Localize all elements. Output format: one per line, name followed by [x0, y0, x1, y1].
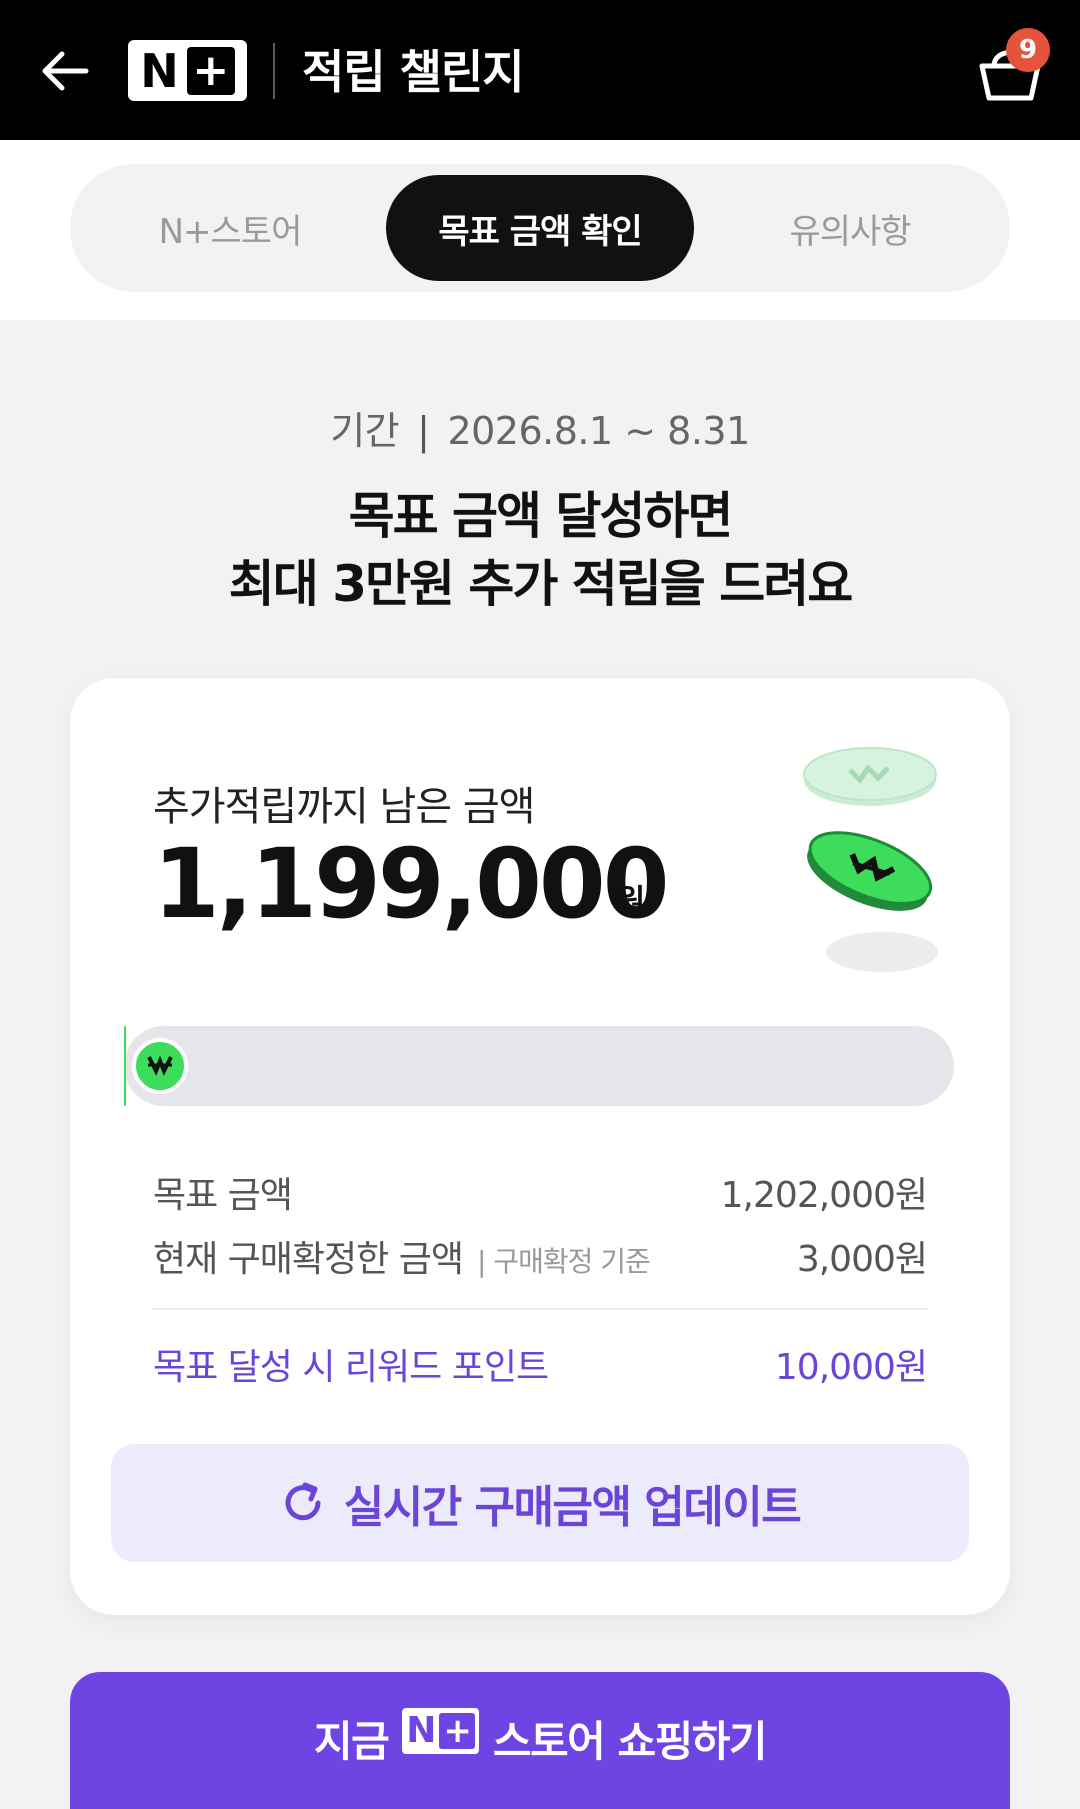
remaining-label: 추가적립까지 남은 금액 [153, 784, 535, 830]
headline-line-2: 최대 3만원 추가 적립을 드려요 [228, 555, 853, 613]
confirmed-amount-value: 3,000원 [796, 1239, 928, 1280]
headline-line-1: 목표 금액 달성하면 [348, 487, 734, 545]
cart-count-badge: 9 [1006, 28, 1050, 72]
realtime-update-button[interactable]: 실시간 구매금액 업데이트 [111, 1444, 969, 1562]
reward-points-row: 목표 달성 시 리워드 포인트 10,000원 [153, 1338, 928, 1390]
nplus-logo: N + [128, 40, 247, 101]
cta-nplus-logo: N + [402, 1708, 479, 1754]
confirmed-amount-note: | 구매확정 기준 [476, 1245, 651, 1278]
back-arrow-icon[interactable] [36, 40, 98, 102]
divider [153, 1308, 927, 1310]
goal-amount-value: 1,202,000원 [720, 1175, 928, 1216]
progress-bar [124, 1026, 954, 1106]
period-info: 기간 | 2026.8.1 ~ 8.31 [0, 400, 1080, 455]
reward-points-value: 10,000원 [774, 1347, 928, 1388]
page-title: 적립 챌린지 [302, 45, 525, 99]
confirmed-amount-label: 현재 구매확정한 금액 [153, 1239, 464, 1280]
goal-card: 추가적립까지 남은 금액 1,199,000 원 목표 금액 1,202,000… [70, 678, 1010, 1615]
cta-suffix: 스토어 쇼핑하기 [492, 1717, 768, 1766]
coins-icon [803, 747, 938, 972]
currency-unit: 원 [616, 882, 646, 920]
shop-now-button[interactable]: 지금 N + 스토어 쇼핑하기 [70, 1672, 1010, 1809]
goal-amount-label: 목표 금액 [153, 1175, 293, 1216]
update-button-label: 실시간 구매금액 업데이트 [343, 1482, 802, 1533]
cta-logo-letter: N [406, 1710, 436, 1751]
cta-prefix: 지금 [313, 1717, 390, 1766]
progress-fill [124, 1026, 127, 1106]
period-separator: | [417, 409, 430, 453]
app-header: N + 적립 챌린지 9 [0, 0, 1080, 140]
confirmed-amount-row: 현재 구매확정한 금액 | 구매확정 기준 3,000원 [153, 1230, 928, 1282]
tab-nplus-store[interactable]: N+스토어 [80, 164, 380, 292]
refresh-icon [285, 1482, 321, 1521]
remaining-amount: 1,199,000 [153, 828, 670, 940]
logo-plus: + [186, 46, 235, 95]
tab-bar: N+스토어 목표 금액 확인 유의사항 [0, 140, 1080, 320]
logo-letter: N [140, 43, 179, 98]
progress-coin-icon [132, 1038, 188, 1094]
headline: 목표 금액 달성하면 최대 3만원 추가 적립을 드려요 [0, 482, 1080, 618]
period-label: 기간 [330, 409, 400, 453]
tab-goal-amount[interactable]: 목표 금액 확인 [386, 175, 694, 281]
tab-notice[interactable]: 유의사항 [700, 164, 1000, 292]
goal-amount-row: 목표 금액 1,202,000원 [153, 1166, 928, 1218]
cta-logo-plus: + [438, 1713, 475, 1749]
reward-points-label: 목표 달성 시 리워드 포인트 [153, 1347, 549, 1388]
header-divider [273, 43, 275, 99]
segmented-tabs: N+스토어 목표 금액 확인 유의사항 [70, 164, 1010, 292]
period-range: 2026.8.1 ~ 8.31 [447, 409, 750, 453]
